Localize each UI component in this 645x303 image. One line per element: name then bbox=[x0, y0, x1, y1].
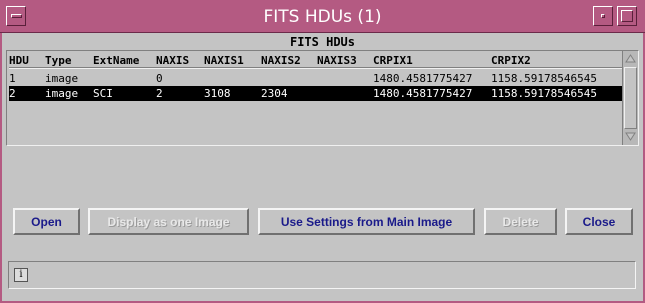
use-settings-from-main-image-button[interactable]: Use Settings from Main Image bbox=[258, 208, 475, 235]
scroll-down-arrow-icon bbox=[625, 132, 636, 141]
panel-title: FITS HDUs bbox=[289, 35, 356, 49]
table-header: HDU Type ExtName NAXIS NAXIS1 NAXIS2 NAX… bbox=[9, 53, 623, 68]
maximize-icon bbox=[621, 10, 633, 22]
display-as-one-image-button[interactable]: Display as one Image bbox=[88, 208, 249, 235]
column-header-naxis1[interactable]: NAXIS1 bbox=[204, 54, 244, 67]
scroll-down-button[interactable] bbox=[623, 129, 638, 144]
scroll-up-arrow-icon bbox=[625, 54, 636, 63]
close-button[interactable]: Close bbox=[565, 208, 633, 235]
cell-extname: SCI bbox=[93, 87, 113, 100]
column-header-naxis[interactable]: NAXIS bbox=[156, 54, 189, 67]
minimize-icon bbox=[601, 14, 605, 18]
cell-hdu: 1 bbox=[9, 72, 16, 85]
cell-naxis2: 2304 bbox=[261, 87, 288, 100]
column-header-crpix1[interactable]: CRPIX1 bbox=[373, 54, 413, 67]
cell-crpix1: 1480.4581775427 bbox=[373, 72, 473, 85]
window-titlebar[interactable]: FITS HDUs (1) bbox=[0, 0, 645, 33]
scroll-up-button[interactable] bbox=[623, 51, 638, 66]
window-title: FITS HDUs (1) bbox=[263, 7, 382, 27]
cell-naxis: 0 bbox=[156, 72, 163, 85]
maximize-button[interactable] bbox=[617, 6, 637, 26]
delete-button[interactable]: Delete bbox=[484, 208, 557, 235]
table-row-selected[interactable]: 2 image SCI 2 3108 2304 1480.4581775427 … bbox=[9, 86, 623, 101]
cell-crpix2: 1158.59178546545 bbox=[491, 87, 597, 100]
cell-type: image bbox=[45, 87, 79, 100]
column-header-type[interactable]: Type bbox=[45, 54, 72, 67]
column-header-naxis3[interactable]: NAXIS3 bbox=[317, 54, 357, 67]
hdu-table: HDU Type ExtName NAXIS NAXIS1 NAXIS2 NAX… bbox=[6, 50, 639, 146]
cell-type: image bbox=[45, 72, 79, 85]
column-header-naxis2[interactable]: NAXIS2 bbox=[261, 54, 301, 67]
cell-crpix1: 1480.4581775427 bbox=[373, 87, 473, 100]
cell-crpix2: 1158.59178546545 bbox=[491, 72, 597, 85]
open-button[interactable]: Open bbox=[13, 208, 80, 235]
cell-hdu: 2 bbox=[9, 87, 16, 100]
header-divider-highlight bbox=[9, 68, 623, 69]
minimize-button[interactable] bbox=[593, 6, 613, 26]
column-header-crpix2[interactable]: CRPIX2 bbox=[491, 54, 531, 67]
scrollbar-thumb[interactable] bbox=[624, 67, 637, 129]
vertical-scrollbar[interactable] bbox=[622, 51, 638, 145]
column-header-extname[interactable]: ExtName bbox=[93, 54, 139, 67]
info-icon: i bbox=[14, 268, 28, 282]
cell-naxis: 2 bbox=[156, 87, 163, 100]
column-header-hdu[interactable]: HDU bbox=[9, 54, 29, 67]
table-row[interactable]: 1 image 0 1480.4581775427 1158.591785465… bbox=[9, 71, 623, 86]
status-bar: i bbox=[8, 261, 636, 289]
cell-naxis1: 3108 bbox=[204, 87, 231, 100]
